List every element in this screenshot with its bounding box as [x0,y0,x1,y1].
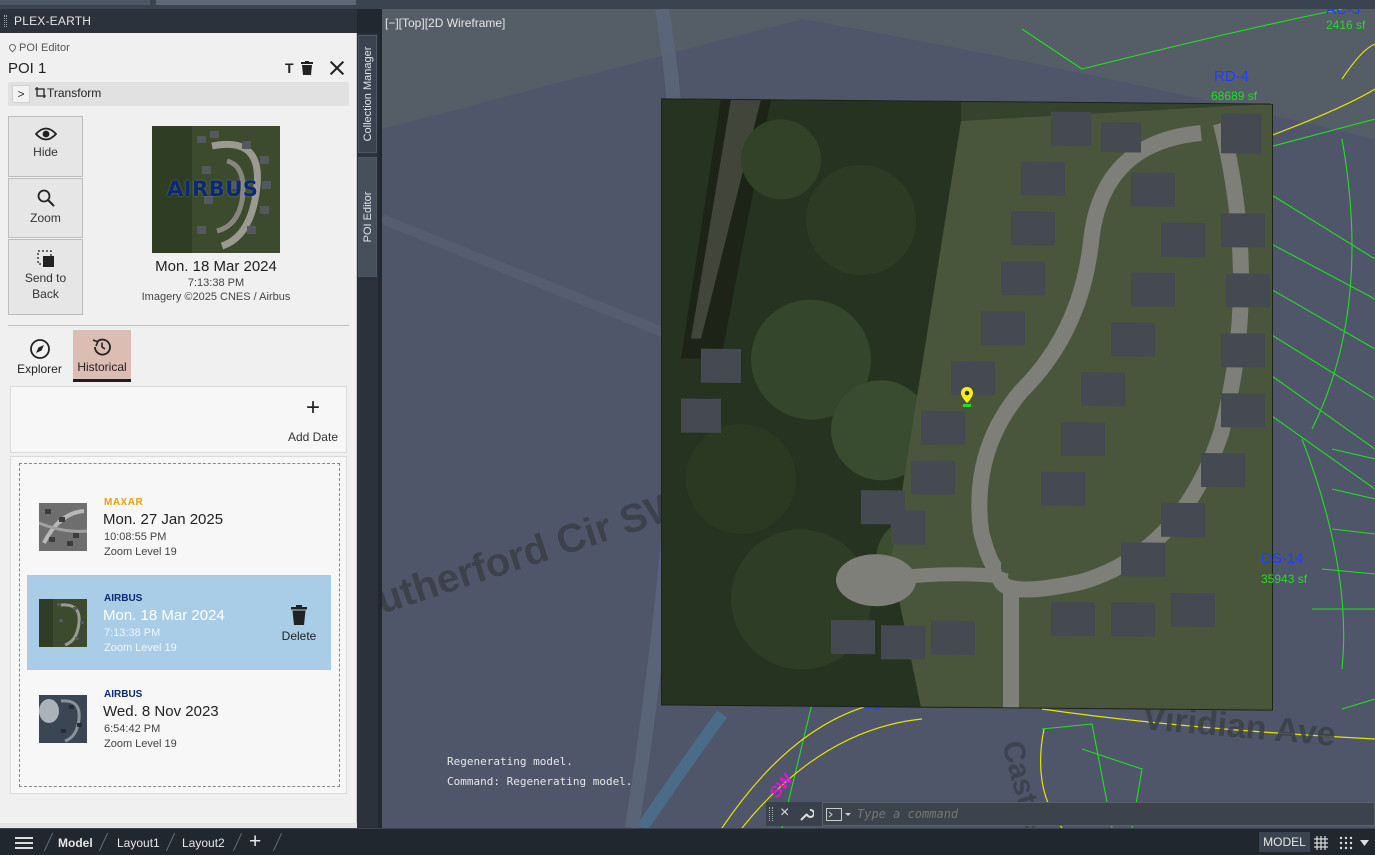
parcel-area: 35943 sf [1261,572,1308,586]
delete-button[interactable]: Delete [277,603,321,643]
command-line: × [382,800,1375,828]
trash-icon [291,605,307,625]
command-grip-icon[interactable] [769,807,773,821]
current-image-date: Mon. 18 Mar 2024 [155,258,277,275]
maxar-logo: MAXAR [104,497,144,508]
tab-model[interactable]: Model [58,836,93,850]
history-icon [92,338,111,356]
palette-grip-icon[interactable] [4,15,7,27]
current-imagery-thumbnail[interactable]: AIRBUS [152,126,280,253]
history-item-2024-03-18[interactable]: AIRBUS Mon. 18 Mar 2024 7:13:38 PM Zoom … [27,575,331,670]
command-input[interactable] [857,803,1357,825]
history-thumbnail [39,503,87,551]
trash-icon[interactable] [301,61,313,78]
history-thumbnail [39,695,87,743]
status-bar: Model Layout1 Layout2 + MODEL [0,828,1375,855]
parcel-area: 68689 sf [1211,89,1258,103]
hide-button[interactable]: Hide [8,116,83,177]
history-item-date: Wed. 8 Nov 2023 [103,703,219,720]
send-to-back-icon [36,250,54,267]
explorer-tab[interactable]: Explorer [12,330,67,382]
view-controls-label[interactable]: [−][Top][2D Wireframe] [385,16,505,30]
send-to-back-button[interactable]: Send to Back [8,239,83,315]
chevron-right-icon[interactable]: > [12,85,30,103]
tab-separator [232,833,243,851]
history-item-time: 6:54:42 PM [104,723,161,735]
compass-icon [29,339,50,359]
poi-editor-panel: POI Editor POI 1 T > Transform Hide Zoom… [0,33,357,823]
document-tab-active[interactable] [156,0,356,5]
history-item-date: Mon. 18 Mar 2024 [103,607,225,624]
parcel-label: RD-4 [1214,68,1250,85]
divider [8,325,349,326]
tab-separator [165,833,176,851]
poi-marker-icon[interactable] [961,387,973,407]
airbus-logo: AIRBUS [167,177,259,201]
tab-separator [272,833,283,851]
document-tab[interactable] [0,0,150,5]
history-item-zoom: Zoom Level 19 [104,546,177,558]
palette-title-bar[interactable]: PLEX-EARTH [0,9,357,33]
history-item-zoom: Zoom Level 19 [104,738,177,750]
transform-label: Transform [35,86,101,100]
model-viewport[interactable]: utherford Cir SW Viridian Ave Castle W S… [382,9,1375,828]
palette-title: PLEX-EARTH [14,14,92,28]
chevron-down-icon[interactable] [1360,840,1369,846]
parcel-label: AC-3 [1326,9,1361,18]
imagery-copyright: Imagery ©2025 CNES / Airbus [141,291,291,303]
wrench-icon[interactable] [799,807,814,822]
hamburger-menu-icon[interactable] [15,837,33,849]
zoom-button[interactable]: Zoom [8,178,83,238]
transform-expander[interactable]: > Transform [8,82,349,106]
crop-icon [35,87,46,98]
magnifier-icon [37,189,55,207]
history-item-2023-11-08[interactable]: AIRBUS Wed. 8 Nov 2023 6:54:42 PM Zoom L… [27,671,331,766]
tab-layout1[interactable]: Layout1 [117,836,160,850]
poi-title: POI 1 [8,60,47,77]
autocad-window: PLEX-EARTH POI Editor POI 1 T > Transfor… [0,0,1375,855]
palette-side-tabs: Collection Manager POI Editor [357,33,378,828]
history-item-date: Mon. 27 Jan 2025 [103,511,224,528]
location-pin-icon [7,42,18,53]
history-item-time: 10:08:55 PM [104,531,167,543]
command-prompt-icon[interactable] [826,808,852,821]
history-item-2025-01-27[interactable]: MAXAR Mon. 27 Jan 2025 10:08:55 PM Zoom … [27,479,331,574]
plus-icon[interactable]: + [306,396,320,420]
command-line-tools: × [766,802,822,826]
close-icon[interactable] [328,59,346,77]
tab-separator [43,833,54,851]
parcel-area: 2416 sf [1326,18,1366,32]
tab-layout2[interactable]: Layout2 [182,836,225,850]
add-date-button[interactable]: Add Date [288,430,338,444]
text-icon[interactable]: T [285,60,294,76]
tab-separator [98,833,109,851]
command-input-box [822,802,1375,826]
close-icon[interactable]: × [780,804,789,822]
current-image-time: 7:13:38 PM [187,277,245,289]
add-date-area: + Add Date [10,386,347,453]
snap-icon[interactable] [1339,836,1353,850]
parcel-label: DS-14 [1261,550,1304,567]
historical-tab[interactable]: Historical [73,330,131,382]
command-history: Regenerating model. Command: Regeneratin… [447,755,633,788]
add-layout-plus-icon[interactable]: + [249,830,261,854]
history-thumbnail [39,599,87,647]
history-item-time: 7:13:38 PM [104,627,161,639]
poi-editor-label: POI Editor [7,42,70,54]
history-item-zoom: Zoom Level 19 [104,642,177,654]
eye-icon [34,127,57,141]
document-tab-strip [0,0,1375,9]
grid-icon[interactable] [1314,836,1328,850]
airbus-logo: AIRBUS [104,593,143,604]
tab-collection-manager[interactable]: Collection Manager [358,35,377,153]
model-space-button[interactable]: MODEL [1259,832,1310,852]
airbus-logo: AIRBUS [104,689,143,700]
history-list: MAXAR Mon. 27 Jan 2025 10:08:55 PM Zoom … [10,456,347,794]
tab-poi-editor[interactable]: POI Editor [358,157,377,277]
